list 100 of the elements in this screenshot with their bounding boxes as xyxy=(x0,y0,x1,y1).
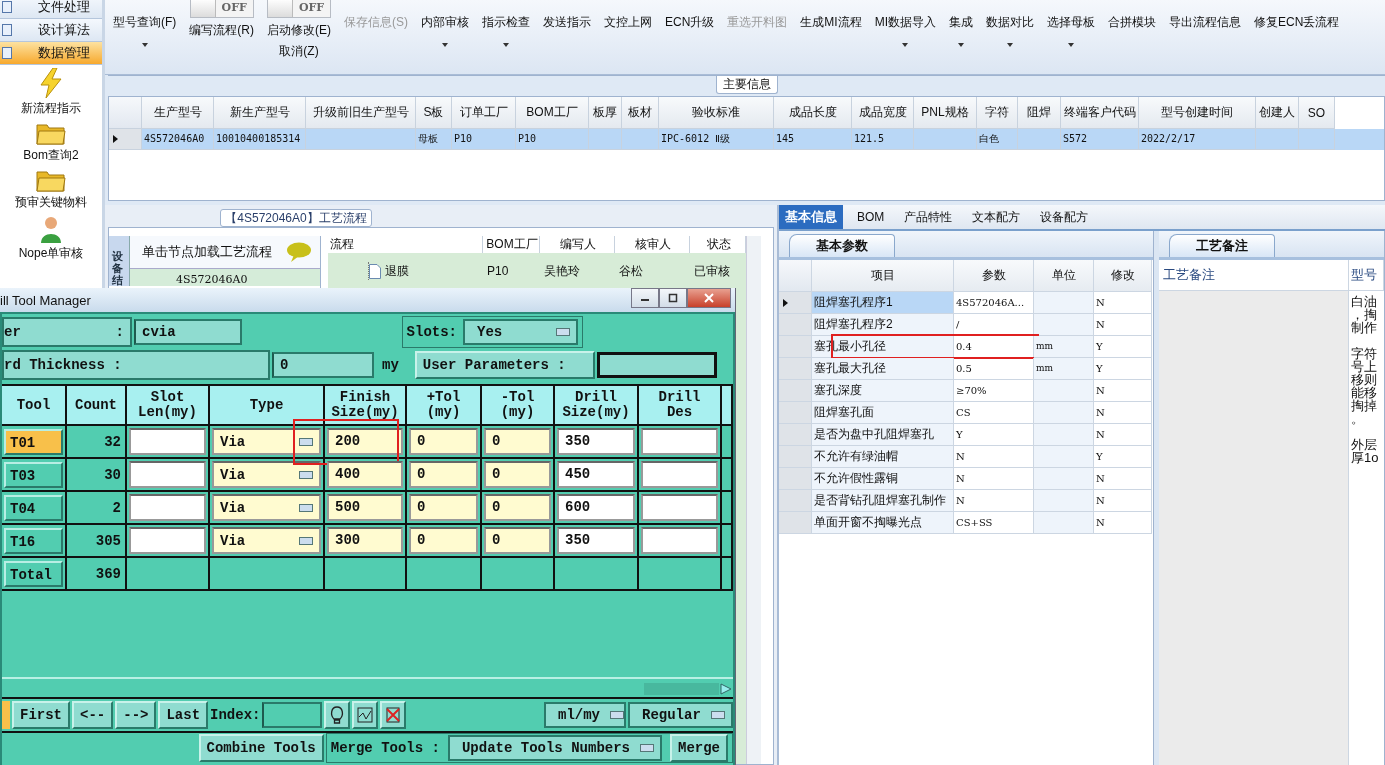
delete-icon[interactable] xyxy=(380,701,407,729)
row-header[interactable] xyxy=(779,292,812,314)
total-button[interactable]: Total xyxy=(4,560,63,587)
lightbulb-icon[interactable] xyxy=(324,701,351,729)
column-header[interactable]: 参数 xyxy=(954,260,1034,292)
drill-description-field[interactable] xyxy=(641,428,718,455)
shortcut-item[interactable]: 新流程指示 xyxy=(21,68,81,117)
toolbar-button[interactable]: 修复ECN丢流程 xyxy=(1254,0,1340,31)
tab[interactable]: 工艺备注 xyxy=(1169,234,1275,257)
toolbar-button[interactable]: 发送指示 xyxy=(543,0,591,31)
shortcut-item[interactable]: Nope单审核 xyxy=(18,215,84,262)
close-button[interactable] xyxy=(687,288,731,308)
toolbar-button[interactable]: 内部审核 xyxy=(421,0,469,47)
scrollbar[interactable] xyxy=(746,236,761,764)
type-dropdown[interactable]: Via xyxy=(212,527,321,554)
slot-length-field[interactable] xyxy=(129,461,206,488)
navigation-button[interactable]: <-- xyxy=(72,701,114,729)
minus-tolerance-field[interactable]: 0 xyxy=(484,494,551,521)
column-header[interactable]: 验收标准 xyxy=(659,97,774,129)
type-dropdown[interactable]: Via xyxy=(212,461,321,488)
drill-size-field[interactable]: 350 xyxy=(557,527,635,554)
slots-dropdown[interactable]: Yes xyxy=(463,319,578,345)
tree-item[interactable]: 4S572046A0 xyxy=(130,269,320,286)
table-row[interactable]: 4S572046A0 10010400185314 母板 P10 P10 IPC-6012 Ⅱ级 145 121.5 白色 S572 2022/2/17 xyxy=(109,129,1384,150)
tool-button[interactable]: T03 xyxy=(4,461,63,488)
finish-size-field[interactable]: 200 xyxy=(327,428,403,455)
column-header[interactable]: 核审人 xyxy=(615,236,690,253)
plus-tolerance-field[interactable]: 0 xyxy=(409,428,478,455)
maximize-button[interactable] xyxy=(659,288,687,308)
column-header[interactable]: 生产型号 xyxy=(142,97,214,129)
row-header[interactable] xyxy=(109,129,142,150)
column-header[interactable]: 板材 xyxy=(622,97,659,129)
navigation-button[interactable]: Last xyxy=(158,701,209,729)
drill-description-field[interactable] xyxy=(641,494,718,521)
slot-length-field[interactable] xyxy=(129,494,206,521)
tab[interactable]: 基本信息 xyxy=(779,205,843,229)
tab[interactable]: 文本配方 xyxy=(966,205,1027,229)
column-header[interactable]: 修改 xyxy=(1094,260,1152,292)
minus-tolerance-field[interactable]: 0 xyxy=(484,461,551,488)
update-dropdown[interactable]: Update Tools Numbers xyxy=(447,735,662,761)
scrollbar-thumb[interactable] xyxy=(644,683,719,695)
user-parameters-field[interactable] xyxy=(596,352,717,378)
column-header[interactable]: 单位 xyxy=(1034,260,1094,292)
type-dropdown[interactable]: Via xyxy=(212,428,321,455)
thickness-field[interactable]: 0 xyxy=(272,352,374,378)
side-tab[interactable]: 设备结 xyxy=(109,236,130,286)
sidebar-menu-item[interactable]: 设计算法 xyxy=(0,19,102,42)
navigation-button[interactable]: --> xyxy=(115,701,157,729)
minus-tolerance-field[interactable]: 0 xyxy=(484,428,551,455)
tab[interactable]: 设备配方 xyxy=(1034,205,1095,229)
toolbar-button[interactable]: 数据对比 xyxy=(986,0,1035,47)
merge-button[interactable]: Merge xyxy=(670,734,728,762)
drill-description-field[interactable] xyxy=(641,527,718,554)
column-header[interactable]: PNL规格 xyxy=(914,97,977,129)
drill-description-field[interactable] xyxy=(641,461,718,488)
shortcut-item[interactable]: 预审关键物料 xyxy=(15,168,87,211)
column-header[interactable]: 工艺备注 xyxy=(1159,260,1349,290)
finish-size-field[interactable]: 500 xyxy=(327,494,403,521)
toolbar-button[interactable]: MI数据导入 xyxy=(874,0,937,47)
toolbar-button[interactable]: ECN升级 xyxy=(665,0,715,31)
column-header[interactable]: 订单工厂 xyxy=(452,97,516,129)
column-header[interactable]: 终端客户代码 xyxy=(1061,97,1139,129)
column-header[interactable]: 编写人 xyxy=(540,236,615,253)
column-header[interactable]: 型号创建时间 xyxy=(1139,97,1256,129)
column-header[interactable]: 成品长度 xyxy=(774,97,852,129)
tab[interactable]: 产品特性 xyxy=(898,205,959,229)
tool-button[interactable]: T01 xyxy=(4,428,63,455)
column-header[interactable]: BOM工厂 xyxy=(516,97,589,129)
tab[interactable]: 基本参数 xyxy=(789,234,895,257)
drill-size-field[interactable]: 350 xyxy=(557,428,635,455)
toolbar-button[interactable]: 导出流程信息 xyxy=(1169,0,1242,31)
toolbar-button[interactable]: OFF 启动修改(E) 取消(Z) xyxy=(267,0,331,60)
column-header[interactable]: S板 xyxy=(416,97,452,129)
units-dropdown[interactable]: ml/my xyxy=(544,702,626,728)
plus-tolerance-field[interactable]: 0 xyxy=(409,494,478,521)
toggle-switch[interactable]: OFF xyxy=(189,0,254,18)
user-parameters-button[interactable]: User Parameters : xyxy=(414,351,595,379)
toolbar-button[interactable]: 文控上网 xyxy=(604,0,652,31)
column-header[interactable]: 流程 xyxy=(328,236,483,253)
image-icon[interactable] xyxy=(352,701,379,729)
toolbar-button[interactable]: 型号查询(F) xyxy=(113,0,177,47)
toolbar-button[interactable]: 生成MI流程 xyxy=(800,0,862,31)
drill-size-field[interactable]: 600 xyxy=(557,494,635,521)
shortcut-item[interactable]: Bom查询2 xyxy=(23,121,79,164)
navigation-button[interactable]: First xyxy=(12,701,70,729)
type-dropdown[interactable]: Via xyxy=(212,494,321,521)
layer-field[interactable]: cvia xyxy=(134,319,242,345)
slot-length-field[interactable] xyxy=(129,428,206,455)
toolbar-button[interactable]: OFF 编写流程(R) xyxy=(189,0,254,39)
finish-size-field[interactable]: 400 xyxy=(327,461,403,488)
toolbar-button[interactable]: 合拼模块 xyxy=(1108,0,1157,31)
toolbar-button[interactable]: 指示检查 xyxy=(482,0,530,47)
tab[interactable]: BOM xyxy=(851,205,891,229)
finish-size-field[interactable]: 300 xyxy=(327,527,403,554)
plus-tolerance-field[interactable]: 0 xyxy=(409,461,478,488)
toolbar-button[interactable]: 选择母板 xyxy=(1047,0,1096,47)
column-header[interactable]: 新生产型号 xyxy=(214,97,306,129)
column-header[interactable]: 阻焊 xyxy=(1018,97,1061,129)
column-header[interactable]: 成品宽度 xyxy=(852,97,914,129)
scroll-right-icon[interactable] xyxy=(719,683,733,695)
